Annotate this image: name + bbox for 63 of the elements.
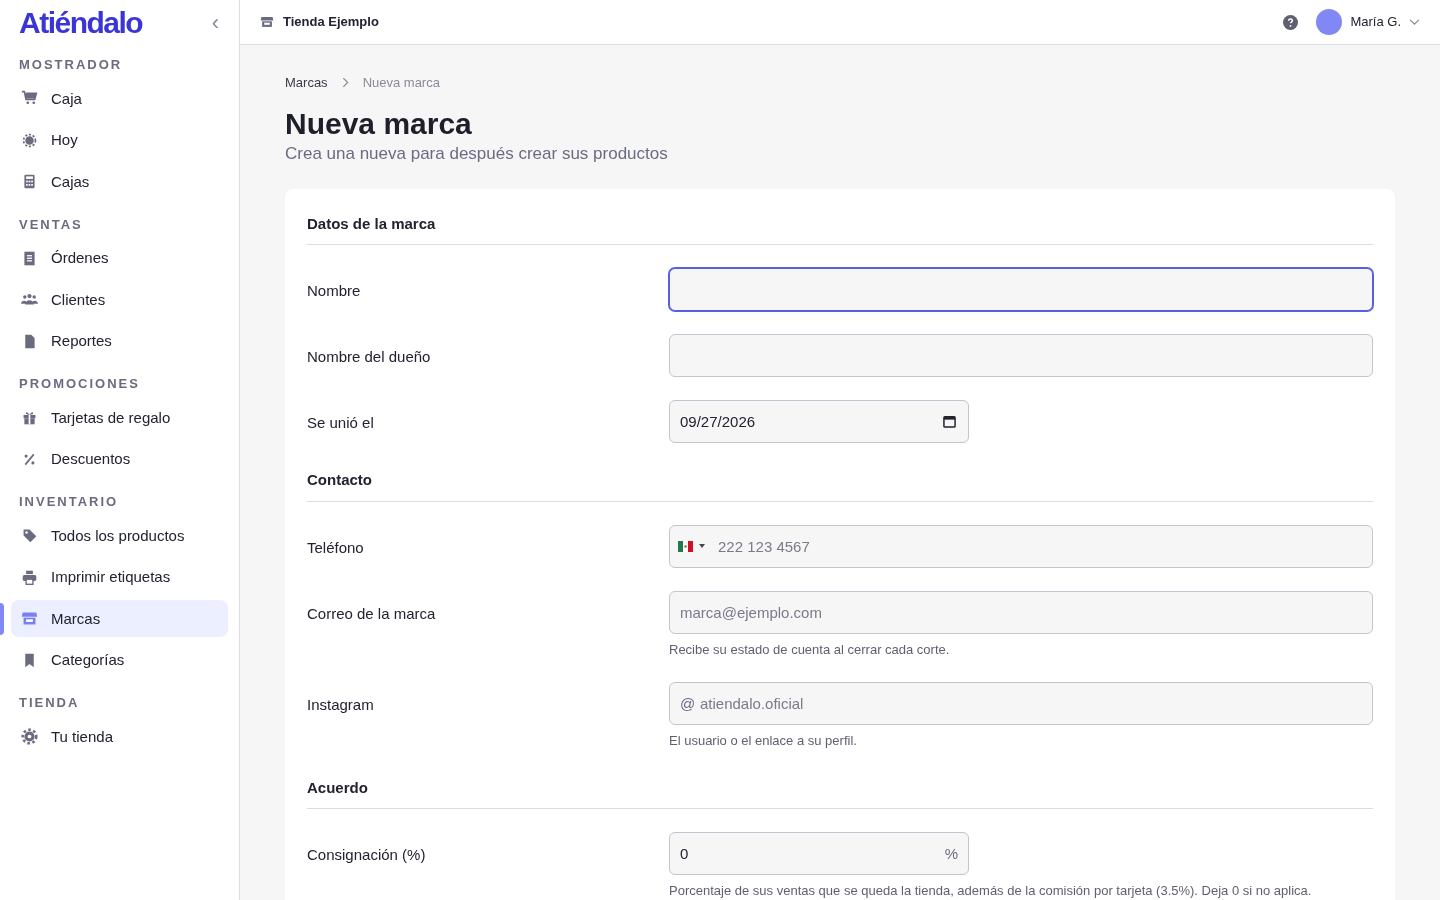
- at-prefix: @: [680, 694, 696, 714]
- section-heading: INVENTARIO: [18, 493, 120, 512]
- nav-item[interactable]: Descuentos: [11, 440, 228, 478]
- nav-item[interactable]: Marcas: [11, 600, 228, 638]
- nav-item[interactable]: Todos los productos: [11, 517, 228, 555]
- field-label: Consignación (%): [307, 845, 427, 865]
- collapse-button[interactable]: ‹: [211, 11, 219, 34]
- nav-item[interactable]: Clientes: [11, 281, 228, 319]
- field-label: Se unió el: [307, 413, 375, 433]
- user-menu[interactable]: María G.: [1316, 9, 1420, 35]
- field-label: Nombre del dueño: [307, 347, 432, 367]
- help-text: Porcentaje de sus ventas que se queda la tienda, además de la comisión por tarjeta (3.5%). Deja 0 si no aplica.: [669, 882, 1313, 900]
- section-title: Contacto: [307, 469, 1373, 502]
- calculator-icon: [21, 173, 38, 191]
- nav-item[interactable]: Cajas: [11, 163, 228, 201]
- field-label: Correo de la marca: [307, 603, 437, 624]
- nav-item[interactable]: Hoy: [11, 121, 228, 159]
- input-field[interactable]: [669, 268, 1373, 311]
- date-field[interactable]: 09/27/2026: [669, 400, 969, 443]
- percent-suffix: %: [944, 844, 958, 864]
- nav-item[interactable]: Categorías: [11, 641, 228, 679]
- chevron-down-icon: [1409, 18, 1420, 26]
- gear-icon: [21, 728, 38, 746]
- input-field[interactable]: [669, 334, 1373, 377]
- flag-icon: [678, 540, 693, 552]
- breadcrumb-link[interactable]: Marcas: [285, 73, 328, 93]
- field-label: Teléfono: [307, 537, 365, 558]
- calendar-icon[interactable]: [943, 415, 956, 428]
- input-field[interactable]: marca@ejemplo.com: [669, 590, 1373, 634]
- chevron-right-icon: [341, 77, 349, 89]
- help-text: El usuario o el enlace a su perfil.: [669, 732, 858, 750]
- country-selector[interactable]: [678, 540, 705, 552]
- section-heading: PROMOCIONES: [18, 375, 141, 394]
- nav-item[interactable]: Tu tienda: [11, 718, 228, 756]
- page-title: Nueva marca: [285, 105, 473, 142]
- section-title: Datos de la marca: [307, 212, 1373, 245]
- page-subtitle: Crea una nueva para después crear sus productos: [285, 142, 669, 165]
- section-heading: VENTAS: [18, 215, 84, 234]
- receipt-icon: [21, 249, 38, 267]
- store-icon: [260, 15, 274, 29]
- nav-item[interactable]: Reportes: [11, 322, 228, 360]
- tag-icon: [21, 527, 38, 545]
- section-heading: TIENDA: [18, 694, 81, 713]
- caret-icon: [699, 544, 705, 548]
- field-label: Nombre: [307, 281, 362, 301]
- section-title: Acuerdo: [307, 776, 1373, 809]
- help-text: Recibe su estado de cuenta al cerrar cada corte.: [669, 640, 951, 659]
- help-icon[interactable]: [1283, 14, 1299, 30]
- nav-item[interactable]: Imprimir etiquetas: [11, 558, 228, 596]
- active-indicator: [0, 603, 4, 635]
- section-heading: MOSTRADOR: [18, 56, 124, 75]
- avatar-icon: [1316, 9, 1343, 35]
- nav-item[interactable]: Órdenes: [11, 239, 228, 277]
- sun-icon: [21, 131, 38, 149]
- logo[interactable]: Atiéndalo: [19, 7, 143, 38]
- printer-icon: [21, 568, 38, 586]
- field-label: Instagram: [307, 695, 375, 715]
- breadcrumb-current: Nueva marca: [362, 74, 440, 92]
- store-name[interactable]: Tienda Ejemplo: [283, 12, 379, 32]
- gift-icon: [21, 409, 38, 427]
- nav-item[interactable]: Caja: [11, 80, 228, 118]
- nav-item[interactable]: Tarjetas de regalo: [11, 399, 228, 437]
- phone-field[interactable]: 222 123 4567: [669, 524, 1373, 568]
